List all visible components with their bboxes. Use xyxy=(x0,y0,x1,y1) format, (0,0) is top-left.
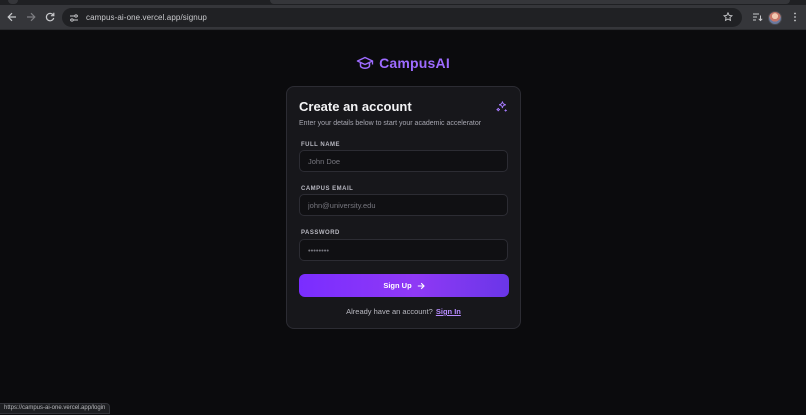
arrow-left-icon xyxy=(7,12,16,22)
bookmark-star-icon[interactable] xyxy=(720,9,736,25)
tab-edge xyxy=(270,0,790,4)
campus-email-input[interactable] xyxy=(299,194,508,216)
card-title: Create an account xyxy=(299,99,412,114)
sign-up-label: Sign Up xyxy=(383,281,412,290)
brand-name: CampusAI xyxy=(379,55,450,71)
back-button[interactable] xyxy=(4,9,20,25)
browser-toolbar: campus-ai-one.vercel.app/signup xyxy=(0,5,806,30)
password-input[interactable] xyxy=(299,239,508,261)
graduation-cap-icon xyxy=(356,56,374,70)
password-label: PASSWORD xyxy=(301,230,340,236)
sign-in-link[interactable]: Sign In xyxy=(436,307,461,316)
sign-up-button[interactable]: Sign Up xyxy=(299,274,509,297)
reload-icon xyxy=(45,12,55,22)
status-bar-url: https://campus-ai-one.vercel.app/login xyxy=(0,403,111,414)
forward-button[interactable] xyxy=(23,9,39,25)
profile-avatar[interactable] xyxy=(768,11,782,25)
campus-email-label: CAMPUS EMAIL xyxy=(301,186,354,192)
arrow-right-icon xyxy=(417,282,425,289)
reload-button[interactable] xyxy=(42,9,58,25)
signin-prompt: Already have an account? Sign In xyxy=(287,307,520,316)
tab-search-icon[interactable] xyxy=(749,9,765,25)
kebab-menu-icon[interactable] xyxy=(787,9,803,25)
brand-logo: CampusAI xyxy=(0,53,806,73)
full-name-label: FULL NAME xyxy=(301,142,341,148)
full-name-input[interactable] xyxy=(299,150,508,172)
arrow-right-icon xyxy=(27,12,36,22)
url-text[interactable]: campus-ai-one.vercel.app/signup xyxy=(86,13,207,22)
sparkles-icon xyxy=(496,101,507,112)
address-bar[interactable]: campus-ai-one.vercel.app/signup xyxy=(62,8,742,27)
signin-prompt-text: Already have an account? xyxy=(346,307,433,316)
signup-card: Create an account Enter your details bel… xyxy=(286,86,521,329)
site-info-icon[interactable] xyxy=(66,10,82,26)
card-subtitle: Enter your details below to start your a… xyxy=(299,120,482,127)
tab-edge xyxy=(8,0,18,4)
